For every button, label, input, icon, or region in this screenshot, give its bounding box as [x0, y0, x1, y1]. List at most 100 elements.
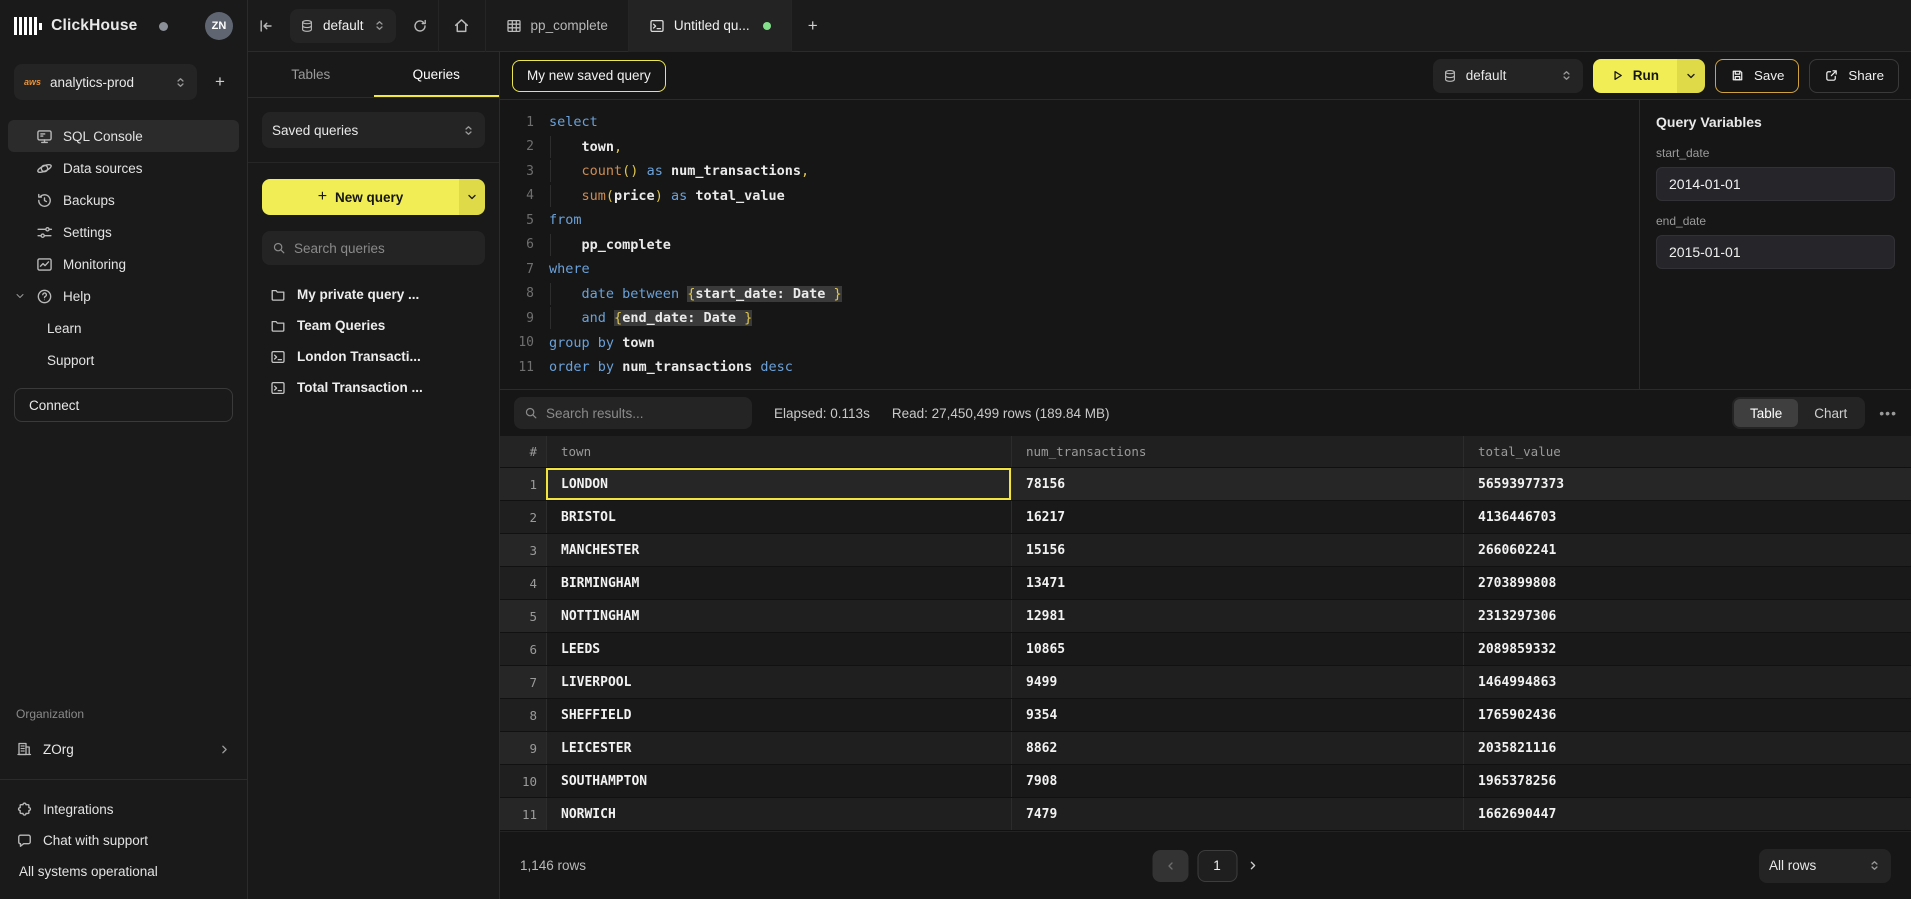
- sidebar-item-help[interactable]: Help: [0, 280, 247, 312]
- cell-total_value[interactable]: 2660602241: [1463, 534, 1911, 566]
- sidebar-footer-integrations[interactable]: Integrations: [0, 794, 247, 825]
- cell-num_transactions[interactable]: 7908: [1011, 765, 1463, 797]
- saved-query-item[interactable]: London Transacti...: [248, 341, 499, 372]
- brand-name: ClickHouse: [51, 17, 137, 35]
- cell-num_transactions[interactable]: 16217: [1011, 501, 1463, 533]
- sidebar-item-settings[interactable]: Settings: [0, 216, 247, 248]
- saved-query-chip[interactable]: My new saved query: [512, 60, 666, 92]
- cell-total_value[interactable]: 1765902436: [1463, 699, 1911, 731]
- cell-town[interactable]: NOTTINGHAM: [546, 600, 1011, 632]
- saved-query-item[interactable]: My private query ...: [248, 279, 499, 310]
- cell-town[interactable]: LEICESTER: [546, 732, 1011, 764]
- run-caret-button[interactable]: [1677, 59, 1705, 93]
- sidebar-footer-all-systems-operational[interactable]: All systems operational: [0, 856, 247, 887]
- cell-num_transactions[interactable]: 10865: [1011, 633, 1463, 665]
- cell-town[interactable]: LIVERPOOL: [546, 666, 1011, 698]
- saved-query-item[interactable]: Total Transaction ...: [248, 372, 499, 403]
- cell-total_value[interactable]: 1464994863: [1463, 666, 1911, 698]
- service-select[interactable]: aws analytics-prod: [14, 64, 197, 100]
- current-page[interactable]: 1: [1197, 850, 1237, 882]
- cell-town[interactable]: NORWICH: [546, 798, 1011, 830]
- add-service-button[interactable]: +: [207, 69, 233, 95]
- cell-total_value[interactable]: 2035821116: [1463, 732, 1911, 764]
- prev-page-button[interactable]: [1152, 850, 1188, 882]
- editor-tab-label: Untitled qu...: [674, 18, 750, 33]
- search-results-input[interactable]: [546, 406, 742, 421]
- variable-label-end_date: end_date: [1656, 214, 1895, 228]
- variable-input-end_date[interactable]: [1656, 235, 1895, 269]
- sidebar-item-learn[interactable]: Learn: [0, 312, 247, 344]
- user-avatar[interactable]: ZN: [205, 12, 233, 40]
- cell-total_value[interactable]: 1662690447: [1463, 798, 1911, 830]
- new-query-button[interactable]: + New query: [262, 179, 459, 215]
- cell-town[interactable]: BRISTOL: [546, 501, 1011, 533]
- cell-num_transactions[interactable]: 12981: [1011, 600, 1463, 632]
- cell-town[interactable]: SHEFFIELD: [546, 699, 1011, 731]
- cell-num_transactions[interactable]: 8862: [1011, 732, 1463, 764]
- new-tab-button[interactable]: +: [792, 0, 834, 52]
- cell-town[interactable]: LONDON: [546, 468, 1011, 500]
- line-number: 2: [500, 139, 534, 154]
- saved-query-label: My private query ...: [297, 287, 419, 302]
- sidebar-item-label: Monitoring: [63, 257, 126, 272]
- sidebar-footer-chat-with-support[interactable]: Chat with support: [0, 825, 247, 856]
- code-line: 1select: [500, 110, 1639, 135]
- cell-num_transactions[interactable]: 9499: [1011, 666, 1463, 698]
- unsaved-dot-icon: [763, 22, 771, 30]
- cell-num_transactions[interactable]: 13471: [1011, 567, 1463, 599]
- code-text: where: [549, 261, 590, 277]
- cell-num_transactions[interactable]: 9354: [1011, 699, 1463, 731]
- sidebar-item-sql-console[interactable]: SQL Console: [8, 120, 239, 152]
- column-header-num_transactions[interactable]: num_transactions: [1011, 436, 1463, 467]
- code-text: select: [549, 114, 598, 130]
- editor-database-select[interactable]: default: [1433, 59, 1583, 93]
- home-icon[interactable]: [439, 17, 485, 34]
- run-button[interactable]: Run: [1593, 59, 1677, 93]
- editor-tab-untitled-qu-[interactable]: Untitled qu...: [629, 0, 791, 52]
- saved-queries-filter-select[interactable]: Saved queries: [262, 112, 485, 148]
- view-chart-tab[interactable]: Chart: [1798, 399, 1863, 427]
- cell-town[interactable]: BIRMINGHAM: [546, 567, 1011, 599]
- results-table: #townnum_transactionstotal_value1LONDON7…: [500, 436, 1911, 831]
- table-row: 4BIRMINGHAM134712703899808: [500, 567, 1911, 600]
- variable-input-start_date[interactable]: [1656, 167, 1895, 201]
- console-icon: [36, 128, 53, 145]
- sidebar-item-support[interactable]: Support: [0, 344, 247, 376]
- connect-button[interactable]: Connect: [14, 388, 233, 422]
- new-query-caret-button[interactable]: [459, 179, 485, 215]
- view-table-tab[interactable]: Table: [1734, 399, 1798, 427]
- tab-tables[interactable]: Tables: [248, 52, 374, 97]
- tab-queries[interactable]: Queries: [374, 52, 500, 97]
- cell-town[interactable]: MANCHESTER: [546, 534, 1011, 566]
- save-button[interactable]: Save: [1715, 59, 1799, 93]
- cell-total_value[interactable]: 4136446703: [1463, 501, 1911, 533]
- cell-total_value[interactable]: 1965378256: [1463, 765, 1911, 797]
- share-button[interactable]: Share: [1809, 59, 1899, 93]
- cell-total_value[interactable]: 2703899808: [1463, 567, 1911, 599]
- cell-total_value[interactable]: 2313297306: [1463, 600, 1911, 632]
- search-queries-input[interactable]: [294, 241, 475, 256]
- sidebar-item-backups[interactable]: Backups: [0, 184, 247, 216]
- cell-num_transactions[interactable]: 15156: [1011, 534, 1463, 566]
- next-page-button[interactable]: [1246, 859, 1259, 872]
- cell-total_value[interactable]: 56593977373: [1463, 468, 1911, 500]
- cell-town[interactable]: LEEDS: [546, 633, 1011, 665]
- saved-query-item[interactable]: Team Queries: [248, 310, 499, 341]
- cell-num_transactions[interactable]: 7479: [1011, 798, 1463, 830]
- sql-editor[interactable]: 1select2 town,3 count() as num_transacti…: [500, 100, 1639, 389]
- editor-tab-pp-complete[interactable]: pp_complete: [486, 0, 628, 52]
- cell-town[interactable]: SOUTHAMPTON: [546, 765, 1011, 797]
- cell-num_transactions[interactable]: 78156: [1011, 468, 1463, 500]
- organization-switcher[interactable]: ZOrg: [0, 731, 247, 767]
- more-options-icon[interactable]: •••: [1879, 405, 1897, 421]
- editor-tab-label: pp_complete: [531, 18, 608, 33]
- refresh-icon[interactable]: [402, 18, 438, 34]
- cell-total_value[interactable]: 2089859332: [1463, 633, 1911, 665]
- topbar-database-select[interactable]: default: [290, 9, 396, 43]
- page-size-select[interactable]: All rows: [1759, 849, 1891, 883]
- sidebar-item-data-sources[interactable]: Data sources: [0, 152, 247, 184]
- column-header-total_value[interactable]: total_value: [1463, 436, 1911, 467]
- sidebar-item-monitoring[interactable]: Monitoring: [0, 248, 247, 280]
- column-header-town[interactable]: town: [546, 436, 1011, 467]
- collapse-sidebar-icon[interactable]: [248, 18, 284, 34]
